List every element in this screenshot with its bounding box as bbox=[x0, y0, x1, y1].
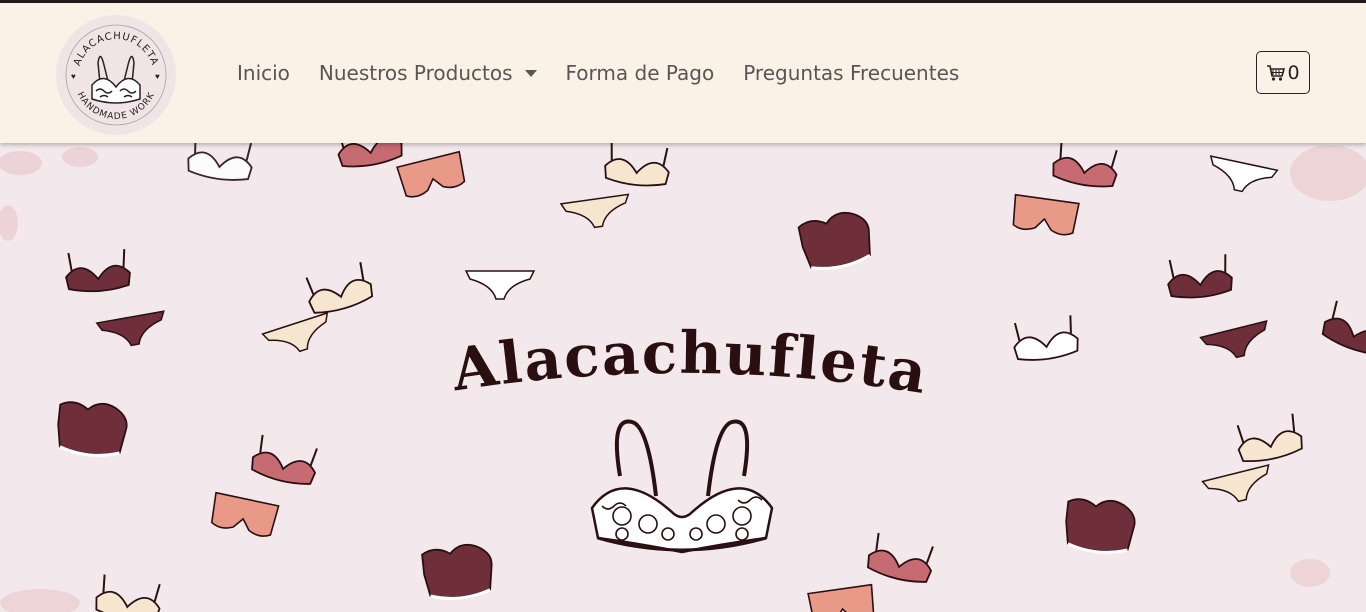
logo-ring-top-text: ALACACHUFLETA bbox=[72, 31, 159, 68]
hero-bra-illustration bbox=[590, 419, 774, 554]
nav-item-forma-de-pago[interactable]: Forma de Pago bbox=[566, 61, 715, 85]
cart-button[interactable]: 0 bbox=[1256, 51, 1310, 94]
navbar: ALACACHUFLETA HANDMADE WORK ♥ ♥ Inicio N… bbox=[0, 3, 1366, 143]
nav-item-label: Inicio bbox=[237, 61, 290, 85]
hero-title: Alacachufleta bbox=[447, 319, 931, 407]
main-nav: Inicio Nuestros Productos Forma de Pago … bbox=[237, 61, 988, 85]
hero-banner: Alacachufleta bbox=[0, 143, 1366, 612]
cart-icon bbox=[1267, 64, 1286, 81]
hero-illustration: Alacachufleta bbox=[0, 143, 1366, 612]
nav-item-inicio[interactable]: Inicio bbox=[237, 61, 290, 85]
nav-item-nuestros-productos[interactable]: Nuestros Productos bbox=[319, 61, 537, 85]
chevron-down-icon bbox=[524, 69, 537, 77]
cart-count: 0 bbox=[1287, 61, 1300, 84]
nav-item-preguntas-frecuentes[interactable]: Preguntas Frecuentes bbox=[743, 61, 959, 85]
site-logo[interactable]: ALACACHUFLETA HANDMADE WORK ♥ ♥ bbox=[56, 15, 176, 135]
svg-text:Alacachufleta: Alacachufleta bbox=[447, 319, 933, 407]
svg-text:ALACACHUFLETA: ALACACHUFLETA bbox=[72, 31, 160, 68]
svg-text:♥: ♥ bbox=[155, 72, 160, 81]
nav-item-label: Nuestros Productos bbox=[318, 61, 513, 85]
nav-item-label: Preguntas Frecuentes bbox=[743, 61, 960, 85]
svg-text:♥: ♥ bbox=[71, 72, 76, 81]
logo-bra-icon bbox=[91, 55, 141, 104]
nav-item-label: Forma de Pago bbox=[565, 61, 715, 85]
